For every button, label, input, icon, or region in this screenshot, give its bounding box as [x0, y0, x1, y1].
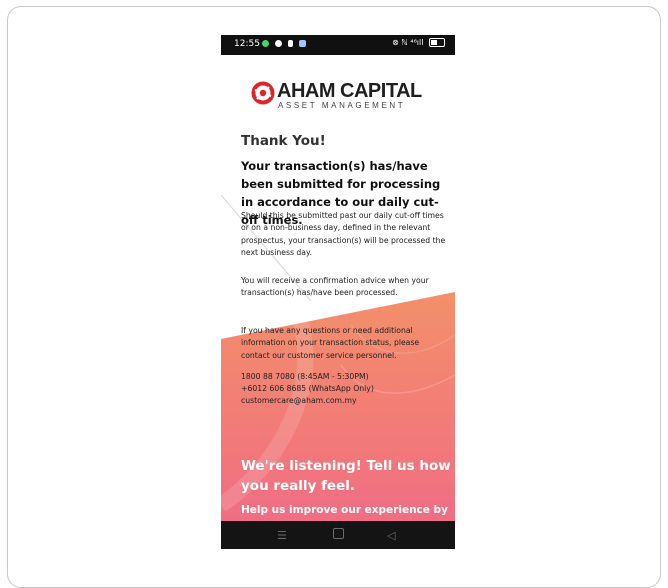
cutoff-note: Should this be submitted past our daily … — [241, 211, 446, 257]
contact-whatsapp: +6012 606 8685 (WhatsApp Only) — [241, 384, 374, 393]
status-time: 12:55 — [234, 39, 260, 49]
signal-indicators: ⊗ ℕ ⁴⁶ıll — [392, 38, 424, 47]
brand-name: AHAM CAPITAL — [277, 80, 422, 102]
advice-note: You will receive a confirmation advice w… — [241, 276, 429, 298]
contact-phone: 1800 88 7080 (8:45AM - 5:30PM) — [241, 372, 369, 381]
status-bar: 12:55 ⊗ ℕ ⁴⁶ıll — [221, 35, 455, 55]
notification-icons — [262, 40, 309, 50]
menu-icon[interactable]: ☰ — [277, 529, 287, 542]
brand-tagline: ASSET MANAGEMENT — [278, 101, 406, 110]
notification-icon — [287, 40, 293, 47]
gallery-icon — [298, 40, 306, 47]
page-title: Thank You! — [241, 133, 326, 149]
feedback-heading: We're listening! Tell us how you really … — [241, 458, 451, 494]
battery-icon — [429, 38, 445, 47]
system-indicators: ⊗ ℕ ⁴⁶ıll — [392, 38, 445, 47]
back-icon[interactable]: ◁ — [387, 529, 395, 542]
home-icon[interactable] — [333, 528, 344, 539]
phone-screen: 12:55 ⊗ ℕ ⁴⁶ıll AHAM CAPITAL ASSET MANAG… — [221, 35, 455, 549]
messenger-icon — [274, 40, 282, 47]
navigation-bar: ☰ ◁ — [221, 521, 455, 549]
help-note: If you have any questions or need additi… — [241, 326, 420, 360]
aham-logo-icon — [251, 81, 275, 105]
contact-email[interactable]: customercare@aham.com.my — [241, 395, 446, 407]
feedback-subheading: Help us improve our experience by — [241, 504, 448, 516]
whatsapp-icon — [262, 40, 269, 47]
